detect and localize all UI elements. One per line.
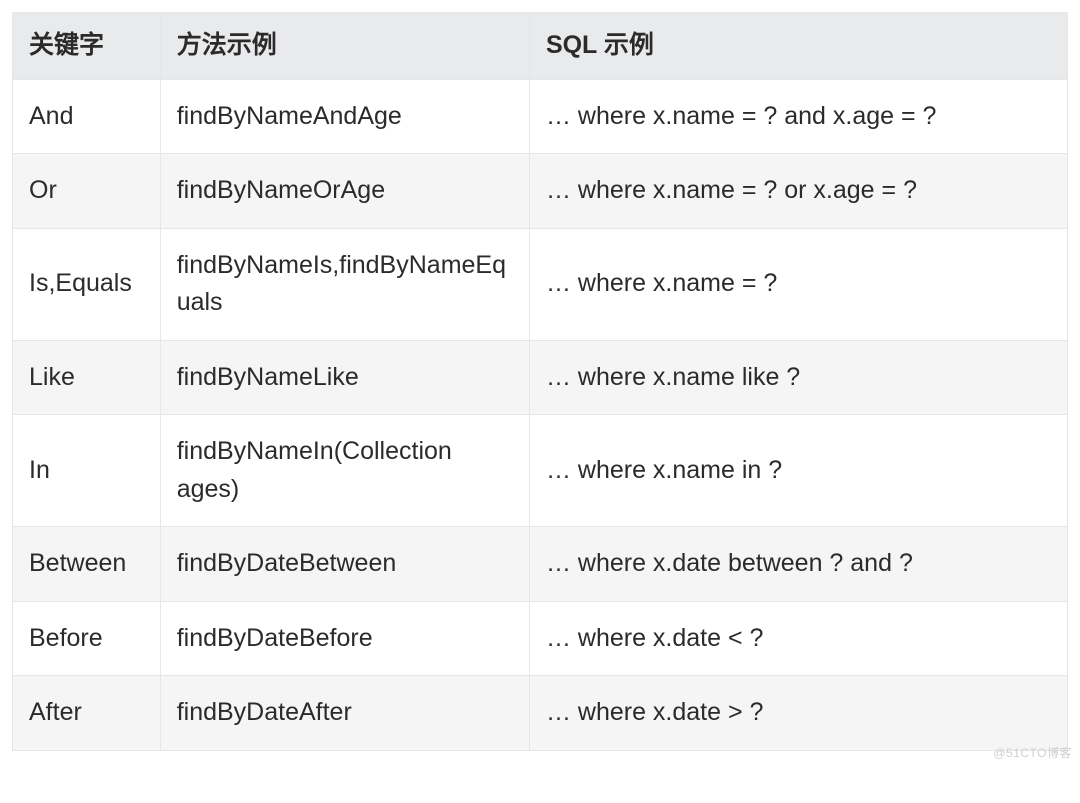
cell-method: findByDateBetween [160,527,529,602]
cell-sql: … where x.name = ? and x.age = ? [529,79,1067,154]
cell-keyword: Or [13,154,161,229]
cell-keyword: And [13,79,161,154]
table-row: After findByDateAfter … where x.date > ? [13,676,1068,751]
table-row: Is,Equals findByNameIs,findByNameEquals … [13,228,1068,340]
cell-keyword: Like [13,340,161,415]
cell-sql: … where x.date between ? and ? [529,527,1067,602]
cell-keyword: Between [13,527,161,602]
cell-keyword: Before [13,601,161,676]
cell-sql: … where x.date < ? [529,601,1067,676]
table-row: Or findByNameOrAge … where x.name = ? or… [13,154,1068,229]
table-row: And findByNameAndAge … where x.name = ? … [13,79,1068,154]
cell-method: findByNameOrAge [160,154,529,229]
header-method: 方法示例 [160,13,529,80]
cell-method: findByDateAfter [160,676,529,751]
cell-keyword: Is,Equals [13,228,161,340]
keyword-table: 关键字 方法示例 SQL 示例 And findByNameAndAge … w… [12,12,1068,751]
table-row: Before findByDateBefore … where x.date <… [13,601,1068,676]
table-header-row: 关键字 方法示例 SQL 示例 [13,13,1068,80]
cell-keyword: After [13,676,161,751]
cell-sql: … where x.date > ? [529,676,1067,751]
header-sql: SQL 示例 [529,13,1067,80]
table-row: Between findByDateBetween … where x.date… [13,527,1068,602]
table-row: In findByNameIn(Collection ages) … where… [13,415,1068,527]
cell-sql: … where x.name in ? [529,415,1067,527]
cell-sql: … where x.name = ? [529,228,1067,340]
cell-method: findByNameIn(Collection ages) [160,415,529,527]
cell-sql: … where x.name like ? [529,340,1067,415]
cell-sql: … where x.name = ? or x.age = ? [529,154,1067,229]
cell-method: findByNameAndAge [160,79,529,154]
cell-keyword: In [13,415,161,527]
cell-method: findByNameLike [160,340,529,415]
watermark-text: @51CTO博客 [993,744,1072,761]
header-keyword: 关键字 [13,13,161,80]
table-row: Like findByNameLike … where x.name like … [13,340,1068,415]
cell-method: findByDateBefore [160,601,529,676]
cell-method: findByNameIs,findByNameEquals [160,228,529,340]
